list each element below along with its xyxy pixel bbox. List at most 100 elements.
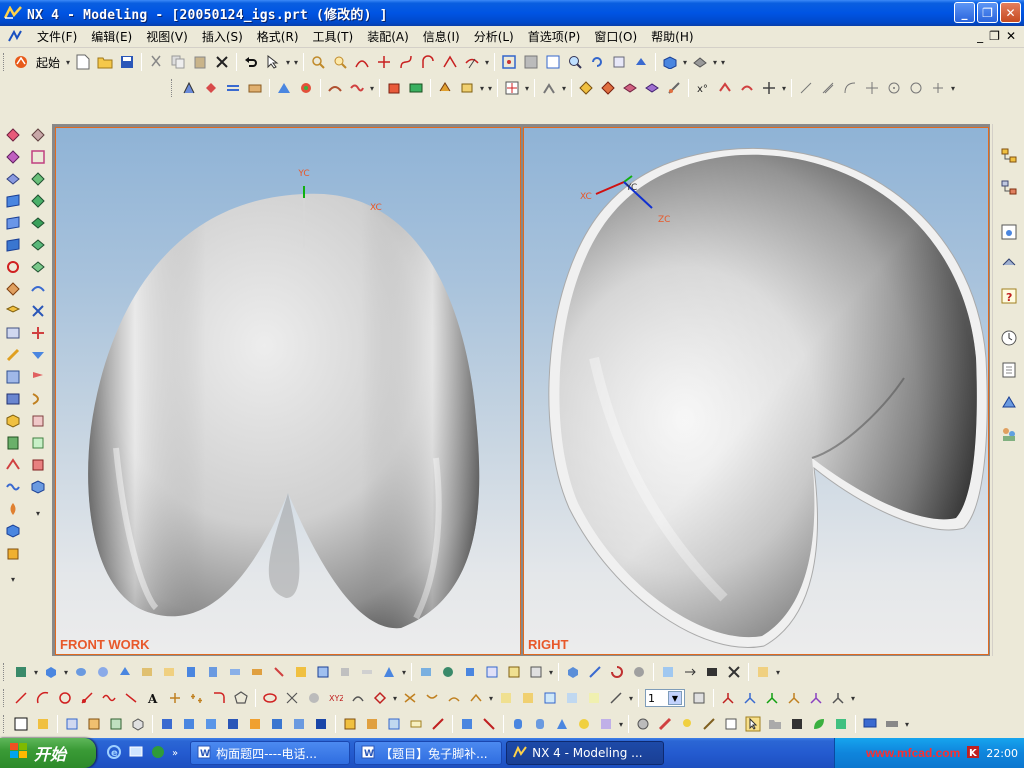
mdi-restore-button[interactable]: ❐ bbox=[989, 29, 1000, 43]
analysis-icon[interactable] bbox=[754, 663, 772, 681]
sketch-dropdown-icon[interactable]: ▾ bbox=[949, 79, 957, 97]
mdi-minimize-button[interactable]: _ bbox=[977, 29, 983, 43]
point-set-icon[interactable] bbox=[78, 689, 96, 707]
sheet-body-icon[interactable] bbox=[659, 663, 677, 681]
wcs-orient-icon[interactable] bbox=[763, 689, 781, 707]
thicken-icon[interactable] bbox=[358, 663, 376, 681]
project-icon[interactable] bbox=[371, 689, 389, 707]
left-toolbar-1-overflow-icon[interactable]: ▾ bbox=[9, 570, 17, 588]
point-plus-icon[interactable] bbox=[166, 689, 184, 707]
layer-select[interactable]: 1 ▼ bbox=[645, 689, 685, 707]
subtract-icon[interactable] bbox=[407, 79, 425, 97]
join-icon[interactable] bbox=[401, 689, 419, 707]
layer-settings-icon[interactable] bbox=[690, 689, 708, 707]
task-item-1[interactable]: W 构面题四----电话... bbox=[190, 741, 351, 765]
extract-dropdown-icon[interactable]: ▾ bbox=[487, 689, 495, 707]
save-icon[interactable] bbox=[118, 53, 136, 71]
wcs-dropdown-icon[interactable]: ▾ bbox=[560, 79, 568, 97]
sheet-metal-icon[interactable] bbox=[34, 715, 52, 733]
solid-blue4-icon[interactable] bbox=[224, 715, 242, 733]
emboss-icon[interactable] bbox=[292, 663, 310, 681]
circle-icon[interactable] bbox=[907, 79, 925, 97]
quick-launch-more-icon[interactable]: » bbox=[172, 748, 178, 759]
drafting-view-icon[interactable] bbox=[480, 715, 498, 733]
toolbar-grip[interactable] bbox=[3, 663, 7, 681]
mdi-close-button[interactable]: ✕ bbox=[1006, 29, 1016, 43]
trim-corner-icon[interactable] bbox=[585, 689, 603, 707]
dark-box-icon[interactable] bbox=[788, 715, 806, 733]
ellipse-icon[interactable] bbox=[261, 689, 279, 707]
menu-format[interactable]: 格式(R) bbox=[250, 27, 306, 47]
edit-curve-dropdown-icon[interactable]: ▾ bbox=[627, 689, 635, 707]
edge-blend-icon[interactable] bbox=[417, 663, 435, 681]
offset-curve-icon[interactable] bbox=[441, 53, 459, 71]
menu-preferences[interactable]: 首选项(P) bbox=[521, 27, 588, 47]
offset-face-icon[interactable] bbox=[336, 663, 354, 681]
view-fit-icon[interactable] bbox=[544, 53, 562, 71]
sheet-red-icon[interactable] bbox=[29, 456, 47, 474]
orient-view-icon[interactable] bbox=[691, 53, 709, 71]
cylinder-icon[interactable] bbox=[72, 663, 90, 681]
tube-icon[interactable] bbox=[246, 79, 264, 97]
view-gray-icon[interactable] bbox=[522, 53, 540, 71]
twist-icon[interactable] bbox=[29, 390, 47, 408]
print-icon[interactable] bbox=[883, 715, 901, 733]
blend-icon[interactable] bbox=[275, 79, 293, 97]
menu-view[interactable]: 视图(V) bbox=[139, 27, 195, 47]
surface-mesh-icon[interactable] bbox=[599, 79, 617, 97]
sphere-yellow-icon[interactable] bbox=[575, 715, 593, 733]
patch-dropdown-icon[interactable]: ▾ bbox=[478, 79, 486, 97]
bottom1-overflow-icon[interactable]: ▾ bbox=[774, 663, 782, 681]
wcs-icon[interactable] bbox=[540, 79, 558, 97]
sheet-black-icon[interactable] bbox=[703, 663, 721, 681]
line-diagonal-icon[interactable] bbox=[819, 79, 837, 97]
start-button[interactable]: 开始 bbox=[0, 738, 96, 768]
groove-icon[interactable] bbox=[248, 663, 266, 681]
x-mark-icon[interactable] bbox=[29, 302, 47, 320]
roles-icon[interactable] bbox=[999, 360, 1019, 380]
trim-body-icon[interactable] bbox=[348, 79, 366, 97]
helix-icon[interactable] bbox=[122, 689, 140, 707]
stack-icon[interactable] bbox=[4, 324, 22, 342]
toolbar-grip[interactable] bbox=[171, 79, 175, 97]
selection-dropdown-icon[interactable]: ▾ bbox=[284, 53, 292, 71]
block-menu-icon[interactable]: ▾ bbox=[62, 663, 70, 681]
book-icon[interactable] bbox=[4, 390, 22, 408]
surface-b-icon[interactable] bbox=[4, 148, 22, 166]
zoom-icon[interactable] bbox=[331, 53, 349, 71]
chamfer-icon[interactable] bbox=[297, 79, 315, 97]
bridge-icon[interactable] bbox=[349, 689, 367, 707]
viewport-right[interactable]: XC YC ZC RIGHT bbox=[523, 127, 989, 655]
curve-gray-icon[interactable] bbox=[841, 79, 859, 97]
delete-icon[interactable] bbox=[213, 53, 231, 71]
assembly-array-icon[interactable] bbox=[385, 715, 403, 733]
surface-ruled-icon[interactable] bbox=[621, 79, 639, 97]
intersect-icon[interactable] bbox=[283, 689, 301, 707]
leaf-icon[interactable] bbox=[810, 715, 828, 733]
cut-icon[interactable] bbox=[147, 53, 165, 71]
sphere-icon[interactable] bbox=[116, 663, 134, 681]
view-frame-icon[interactable] bbox=[500, 53, 518, 71]
menu-analysis[interactable]: 分析(L) bbox=[467, 27, 521, 47]
circle-center-icon[interactable] bbox=[885, 79, 903, 97]
solid-blue-icon[interactable] bbox=[158, 715, 176, 733]
spline-icon[interactable] bbox=[397, 53, 415, 71]
web-browser-icon[interactable] bbox=[999, 222, 1019, 242]
paste-icon[interactable] bbox=[191, 53, 209, 71]
split-icon[interactable] bbox=[541, 689, 559, 707]
text-icon[interactable]: A bbox=[144, 689, 162, 707]
toolbar-grip[interactable] bbox=[3, 715, 7, 733]
wcs-origin-icon[interactable] bbox=[719, 689, 737, 707]
wcs-save-icon[interactable] bbox=[807, 689, 825, 707]
feature-sketch-icon[interactable] bbox=[12, 663, 30, 681]
solid-lilac-icon[interactable] bbox=[597, 715, 615, 733]
cube-icon[interactable] bbox=[4, 412, 22, 430]
pad-icon[interactable] bbox=[204, 663, 222, 681]
cross-icon[interactable] bbox=[863, 79, 881, 97]
edit-parameters-icon[interactable] bbox=[716, 79, 734, 97]
xyz-icon[interactable]: XYZ bbox=[327, 689, 345, 707]
mesh-green4-icon[interactable] bbox=[29, 236, 47, 254]
assembly-navigator-icon[interactable] bbox=[999, 146, 1019, 166]
flag-icon[interactable] bbox=[29, 368, 47, 386]
point-icon[interactable] bbox=[375, 53, 393, 71]
